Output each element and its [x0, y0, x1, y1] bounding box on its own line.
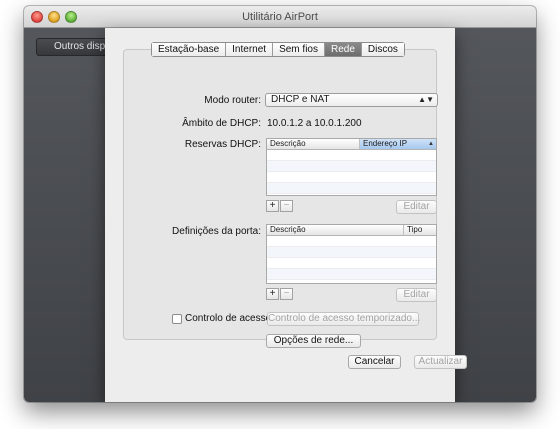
dhcp-reservations-table[interactable]: Descrição Endereço IP ▲ [266, 138, 437, 196]
column-header-type[interactable]: Tipo [404, 225, 436, 235]
remove-reservation-button[interactable]: − [280, 200, 293, 212]
add-reservation-button[interactable]: + [266, 200, 279, 212]
port-settings-table[interactable]: Descrição Tipo [266, 224, 437, 284]
router-mode-label: Modo router: [204, 95, 261, 106]
table-row [267, 150, 436, 161]
access-control-checkbox[interactable] [172, 314, 182, 324]
tab-wireless[interactable]: Sem fios [273, 43, 325, 56]
table-header: Descrição Endereço IP ▲ [267, 139, 436, 150]
remove-port-button[interactable]: − [280, 288, 293, 300]
table-header: Descrição Tipo [267, 225, 436, 236]
table-body [267, 236, 436, 280]
column-header-description[interactable]: Descrição [267, 225, 404, 235]
update-button[interactable]: Actualizar [414, 355, 467, 369]
sort-ascending-icon: ▲ [428, 141, 434, 147]
table-row [267, 236, 436, 247]
table-row [267, 258, 436, 269]
add-port-button[interactable]: + [266, 288, 279, 300]
edit-reservation-button[interactable]: Editar [396, 200, 437, 214]
dhcp-range-label: Âmbito de DHCP: [182, 118, 261, 129]
cancel-button[interactable]: Cancelar [348, 355, 401, 369]
network-options-button[interactable]: Opções de rede... [266, 334, 361, 348]
port-settings-label: Definições da porta: [172, 226, 261, 237]
tab-network[interactable]: Rede [324, 43, 362, 56]
table-row [267, 172, 436, 183]
table-row [267, 161, 436, 172]
dhcp-range-value: 10.0.1.2 a 10.0.1.200 [267, 118, 362, 129]
column-header-description[interactable]: Descrição [267, 139, 360, 149]
network-panel: Modo router: DHCP e NAT ▲︎▼︎ Âmbito de D… [123, 49, 438, 348]
column-header-ip-address[interactable]: Endereço IP ▲ [360, 139, 436, 149]
table-body [267, 150, 436, 194]
router-mode-popup[interactable]: DHCP e NAT ▲︎▼︎ [265, 93, 438, 107]
timed-access-control-button[interactable]: Controlo de acesso temporizado... [267, 312, 420, 326]
column-header-ip-address-label: Endereço IP [363, 139, 408, 148]
title-bar: Utilitário AirPort [24, 6, 536, 28]
tab-disks[interactable]: Discos [361, 43, 404, 56]
popup-arrows-icon: ▲︎▼︎ [418, 95, 434, 104]
settings-sheet: Estação-base Internet Sem fios Rede Disc… [105, 28, 467, 402]
edit-port-button[interactable]: Editar [396, 288, 437, 302]
airport-utility-window: Utilitário AirPort Outros disp Estação-b… [24, 6, 536, 402]
tab-internet[interactable]: Internet [226, 43, 274, 56]
dhcp-reservations-label: Reservas DHCP: [184, 139, 261, 150]
tab-bar: Estação-base Internet Sem fios Rede Disc… [151, 42, 405, 57]
table-row [267, 247, 436, 258]
tab-base-station[interactable]: Estação-base [152, 43, 227, 56]
table-row [267, 183, 436, 194]
window-title: Utilitário AirPort [242, 11, 318, 23]
router-mode-value: DHCP e NAT [271, 94, 330, 105]
table-row [267, 269, 436, 280]
access-control-label: Controlo de acesso: [185, 313, 274, 324]
